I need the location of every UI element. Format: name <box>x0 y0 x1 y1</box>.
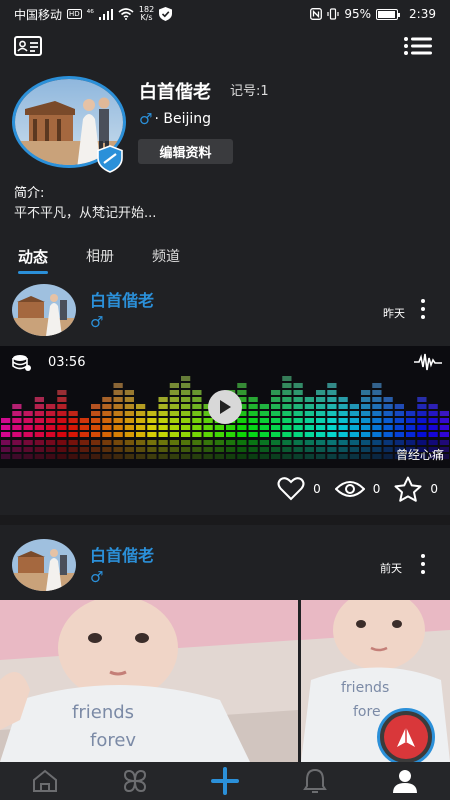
tab-channel[interactable]: 频道 <box>152 246 180 267</box>
male-icon: ♂ <box>90 313 104 331</box>
post-avatar[interactable] <box>12 539 76 591</box>
eye-icon <box>334 481 365 497</box>
post-author[interactable]: 白首偕老 <box>90 542 154 566</box>
id-card-icon[interactable] <box>14 36 42 60</box>
more-options-icon[interactable] <box>420 299 426 319</box>
nav-notifications[interactable] <box>285 762 345 800</box>
nfc-icon <box>310 8 323 20</box>
intro-text: 平不平凡，从梵记开始... <box>14 206 157 221</box>
status-bar: 中国移动 HD ⁴⁶ 182 K/s 95% 2:39 <box>0 0 450 28</box>
verified-shield-icon <box>96 145 124 177</box>
profile-id: 记号:1 <box>230 84 269 99</box>
favorite-stat[interactable]: 0 <box>394 476 438 502</box>
like-stat[interactable]: 0 <box>277 477 321 501</box>
wifi-icon <box>118 8 134 20</box>
user-icon <box>393 770 417 793</box>
tab-feed[interactable]: 动态 <box>18 246 49 274</box>
plus-icon <box>211 767 239 795</box>
play-button[interactable] <box>208 390 242 424</box>
profile-tabs: 动态 相册 频道 <box>18 246 180 274</box>
bell-icon <box>303 768 327 793</box>
post-time: 前天 <box>380 562 402 575</box>
home-icon <box>33 769 57 792</box>
paper-plane-icon <box>397 727 415 747</box>
svg-text:fore: fore <box>353 704 381 720</box>
list-menu-icon[interactable] <box>404 36 432 60</box>
svg-text:forev: forev <box>90 730 136 751</box>
vibrate-icon <box>327 8 339 20</box>
svg-text:friends: friends <box>341 680 389 696</box>
waveform-icon <box>414 353 442 371</box>
battery-percent: 95% <box>344 7 372 21</box>
post-divider <box>0 515 450 525</box>
more-options-icon[interactable] <box>420 554 426 574</box>
intro-label: 简介: <box>14 186 45 201</box>
profile-name: 白首偕老 <box>139 82 211 103</box>
network-speed: 182 K/s <box>138 5 155 22</box>
battery-icon <box>376 8 401 20</box>
nav-add[interactable] <box>195 762 255 800</box>
heart-icon <box>277 477 305 501</box>
favorite-count: 0 <box>430 482 438 496</box>
post-author[interactable]: 白首偕老 <box>90 287 154 311</box>
like-count: 0 <box>313 482 321 496</box>
post-avatar[interactable] <box>12 284 76 336</box>
audio-title: 曾经心痛 <box>395 448 444 462</box>
post-stats: 0 0 0 <box>277 476 438 502</box>
post-photo[interactable]: friends forev <box>0 600 298 762</box>
clover-icon <box>123 769 147 793</box>
top-bar <box>0 32 450 62</box>
clock: 2:39 <box>409 7 436 21</box>
male-icon: ♂ <box>90 568 104 586</box>
svg-text:friends: friends <box>72 702 134 723</box>
shield-status-icon <box>159 7 173 21</box>
nav-home[interactable] <box>15 762 75 800</box>
music-disc-icon <box>12 355 31 371</box>
hd-badge: HD <box>67 9 82 19</box>
audio-duration: 03:56 <box>48 355 86 370</box>
profile-gender-location: ♂ · Beijing <box>139 110 211 128</box>
edit-profile-button[interactable]: 编辑资料 <box>138 139 233 164</box>
location-label: · Beijing <box>154 111 211 127</box>
male-icon: ♂ <box>139 110 153 128</box>
post-time: 昨天 <box>383 307 405 320</box>
view-count: 0 <box>372 482 381 496</box>
nav-profile[interactable] <box>375 762 435 800</box>
bottom-nav <box>0 762 450 800</box>
star-icon <box>394 476 422 502</box>
tab-album[interactable]: 相册 <box>86 246 114 267</box>
publish-fab[interactable] <box>377 708 435 766</box>
view-stat: 0 <box>334 479 381 499</box>
network-label: ⁴⁶ <box>86 9 94 19</box>
signal-icon <box>98 8 113 20</box>
nav-discover[interactable] <box>105 762 165 800</box>
carrier-label: 中国移动 <box>14 7 63 22</box>
play-icon <box>220 400 231 414</box>
